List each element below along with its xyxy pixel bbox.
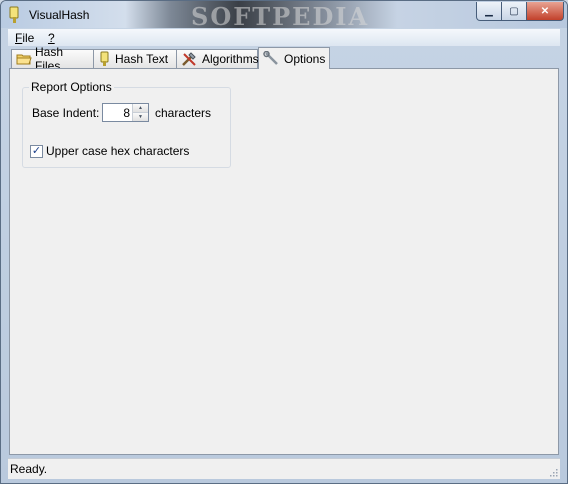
menu-bar: File ? bbox=[8, 29, 560, 46]
text-icon bbox=[100, 51, 109, 66]
main-window: VisualHash SOFTPEDIA ▁ ▢ ✕ File ? Hash F… bbox=[0, 0, 568, 484]
menu-file-rest: ile bbox=[22, 31, 35, 45]
folder-icon bbox=[16, 54, 32, 65]
maximize-button[interactable]: ▢ bbox=[501, 2, 527, 21]
menu-help[interactable]: ? bbox=[48, 31, 55, 45]
uppercase-hex-option[interactable]: ✓ Upper case hex characters bbox=[30, 144, 189, 158]
tab-label: Options bbox=[284, 51, 326, 66]
tab-strip: Hash Files Hash Text Algorithms Options bbox=[9, 45, 561, 73]
base-indent-label: Base Indent: bbox=[32, 106, 100, 120]
menu-help-accel: ? bbox=[48, 31, 55, 45]
base-indent-stepper[interactable]: 8 ▲ ▼ bbox=[102, 103, 149, 122]
tab-label: Hash Text bbox=[115, 52, 169, 66]
tab-hash-text[interactable]: Hash Text bbox=[93, 49, 177, 68]
group-title: Report Options bbox=[29, 80, 114, 94]
stepper-up-button[interactable]: ▲ bbox=[133, 104, 148, 113]
tab-algorithms[interactable]: Algorithms bbox=[176, 49, 259, 68]
uppercase-hex-checkbox[interactable]: ✓ bbox=[30, 144, 43, 158]
characters-label: characters bbox=[155, 106, 212, 120]
title-bar[interactable]: VisualHash SOFTPEDIA ▁ ▢ ✕ bbox=[1, 1, 567, 31]
tab-options[interactable]: Options bbox=[258, 47, 330, 69]
window-title: VisualHash bbox=[29, 8, 90, 22]
app-icon bbox=[9, 6, 19, 23]
resize-grip-icon[interactable] bbox=[548, 467, 558, 477]
uppercase-hex-label[interactable]: Upper case hex characters bbox=[46, 144, 189, 158]
status-text: Ready. bbox=[10, 462, 48, 476]
watermark: SOFTPEDIA bbox=[191, 2, 370, 31]
stepper-buttons: ▲ ▼ bbox=[132, 104, 148, 121]
minimize-button[interactable]: ▁ bbox=[476, 2, 502, 21]
tab-label: Algorithms bbox=[202, 52, 259, 66]
base-indent-value[interactable]: 8 bbox=[123, 106, 130, 120]
status-bar: Ready. bbox=[8, 458, 560, 479]
wrench-icon bbox=[263, 50, 278, 65]
tab-hash-files[interactable]: Hash Files bbox=[11, 45, 94, 73]
options-page: Report Options Base Indent: 8 ▲ ▼ charac… bbox=[9, 68, 559, 455]
close-button[interactable]: ✕ bbox=[526, 2, 564, 21]
tools-icon bbox=[182, 52, 196, 66]
menu-file[interactable]: File bbox=[15, 31, 34, 45]
report-options-group: Report Options Base Indent: 8 ▲ ▼ charac… bbox=[22, 80, 231, 168]
stepper-down-button[interactable]: ▼ bbox=[133, 113, 148, 121]
